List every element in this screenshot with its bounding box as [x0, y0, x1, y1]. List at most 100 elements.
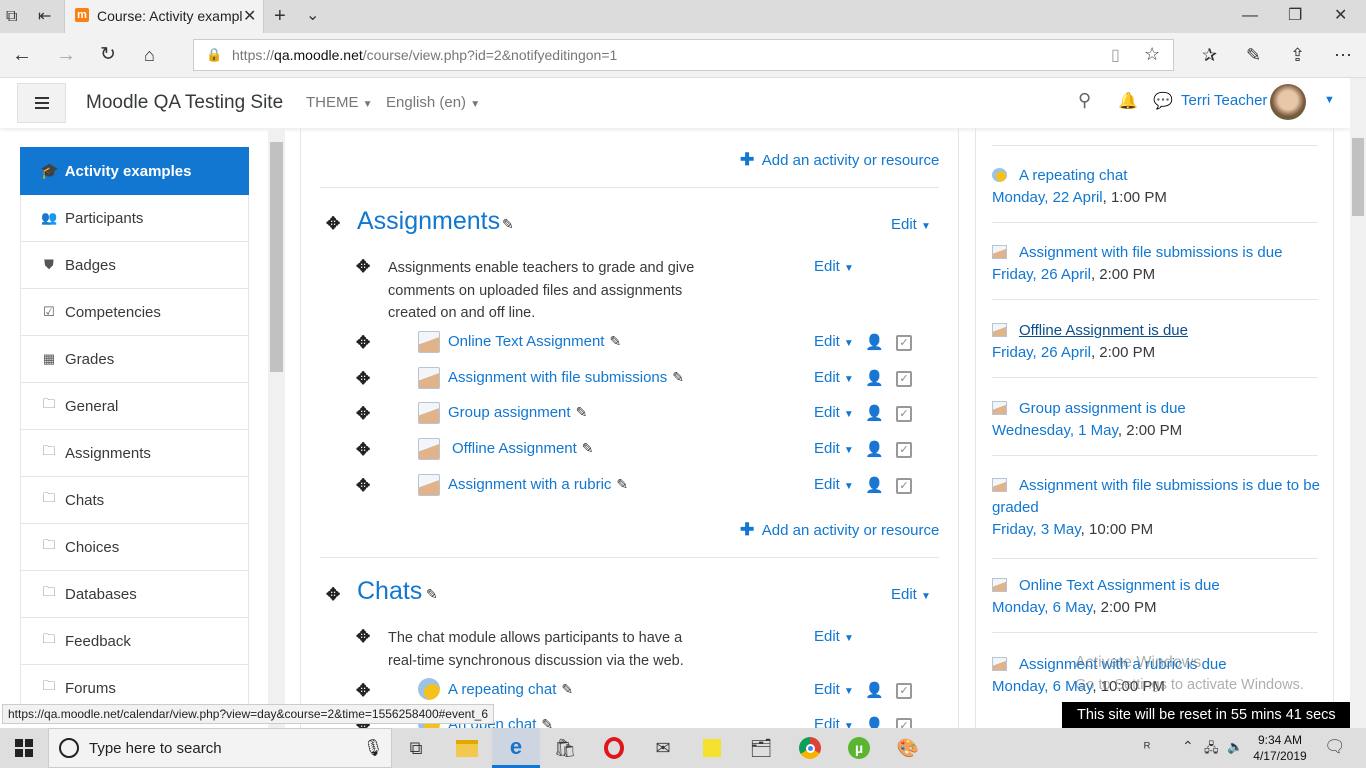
- event-date-link[interactable]: Friday, 3 May: [992, 521, 1081, 538]
- people-icon[interactable]: ᴿ: [1144, 739, 1150, 755]
- drawer-toggle-button[interactable]: [17, 83, 66, 123]
- completion-checkbox-icon[interactable]: ✓: [896, 371, 912, 387]
- windows-start-icon[interactable]: [0, 728, 48, 768]
- nav-item-participants[interactable]: 👥 Participants: [20, 195, 249, 242]
- utorrent-icon[interactable]: µ: [835, 728, 883, 768]
- event-date-link[interactable]: Monday, 22 April: [992, 189, 1103, 206]
- completion-checkbox-icon[interactable]: ✓: [896, 478, 912, 494]
- nav-scrollbar[interactable]: [268, 128, 285, 728]
- completion-checkbox-icon[interactable]: ✓: [896, 442, 912, 458]
- network-icon[interactable]: 🖧: [1204, 739, 1219, 761]
- edge-icon[interactable]: e: [492, 728, 540, 768]
- nav-item-chats[interactable]: 🗀 Chats: [20, 477, 249, 524]
- add-activity-link[interactable]: ✚ Add an activity or resource: [740, 150, 939, 170]
- summary-edit-menu[interactable]: Edit ▼: [814, 628, 854, 645]
- page-scrollbar[interactable]: [1350, 78, 1366, 728]
- close-window-icon[interactable]: ✕: [1334, 6, 1347, 26]
- share-icon[interactable]: ⇪: [1290, 45, 1305, 65]
- section-title-chats[interactable]: Chats: [357, 577, 422, 606]
- add-activity-link[interactable]: ✚ Add an activity or resource: [740, 520, 939, 540]
- pencil-icon[interactable]: ✎: [502, 216, 514, 233]
- more-icon[interactable]: ⋯: [1334, 45, 1352, 65]
- move-icon[interactable]: ✥: [326, 214, 340, 234]
- nav-item-assignments[interactable]: 🗀 Assignments: [20, 430, 249, 477]
- event-title-link[interactable]: Offline Assignment is due: [1019, 322, 1188, 339]
- refresh-icon[interactable]: ↻: [100, 45, 116, 65]
- file-explorer-icon[interactable]: [443, 728, 491, 768]
- app-icon[interactable]: 🗂: [737, 728, 785, 768]
- forward-icon[interactable]: →: [56, 45, 76, 65]
- restore-icon[interactable]: ❐: [1288, 6, 1302, 26]
- pencil-icon[interactable]: ✎: [582, 440, 594, 456]
- move-icon[interactable]: ✥: [356, 440, 370, 460]
- assign-roles-icon[interactable]: 👤: [865, 681, 884, 699]
- mail-icon[interactable]: ✉: [639, 728, 687, 768]
- activity-edit-menu[interactable]: Edit ▼: [814, 440, 854, 457]
- activity-edit-menu[interactable]: Edit ▼: [814, 404, 854, 421]
- nav-item-competencies[interactable]: ☑ Competencies: [20, 289, 249, 336]
- nav-item-grades[interactable]: ▦ Grades: [20, 336, 249, 383]
- move-icon[interactable]: ✥: [356, 333, 370, 353]
- pencil-icon[interactable]: ✎: [426, 586, 438, 603]
- nav-item-databases[interactable]: 🗀 Databases: [20, 571, 249, 618]
- completion-checkbox-icon[interactable]: ✓: [896, 683, 912, 699]
- move-icon[interactable]: ✥: [356, 404, 370, 424]
- star-icon[interactable]: ☆: [1144, 44, 1160, 65]
- taskbar-clock[interactable]: 9:34 AM 4/17/2019: [1250, 732, 1310, 764]
- section-edit-menu[interactable]: Edit ▼: [891, 216, 931, 233]
- event-date-link[interactable]: Friday, 26 April: [992, 344, 1091, 361]
- move-icon[interactable]: ✥: [326, 585, 340, 605]
- nav-item-choices[interactable]: 🗀 Choices: [20, 524, 249, 571]
- new-tab-icon[interactable]: +: [274, 6, 286, 26]
- pen-icon[interactable]: ✎: [1246, 45, 1261, 65]
- move-icon[interactable]: ✥: [356, 476, 370, 496]
- favorites-icon[interactable]: ✰: [1202, 45, 1217, 65]
- minimize-icon[interactable]: —: [1242, 6, 1258, 26]
- activity-edit-menu[interactable]: Edit ▼: [814, 681, 854, 698]
- store-icon[interactable]: 🛍: [541, 728, 589, 768]
- close-tab-icon[interactable]: ✕: [243, 6, 256, 26]
- pencil-icon[interactable]: ✎: [561, 681, 573, 697]
- event-title-link[interactable]: Online Text Assignment is due: [1019, 577, 1220, 594]
- avatar[interactable]: [1270, 84, 1306, 120]
- sticky-notes-icon[interactable]: [688, 728, 736, 768]
- activity-link[interactable]: Online Text Assignment ✎: [448, 333, 621, 350]
- nav-scrollbar-thumb[interactable]: [270, 142, 283, 372]
- user-name[interactable]: Terri Teacher: [1181, 92, 1267, 109]
- home-icon[interactable]: ⌂: [144, 45, 155, 65]
- assign-roles-icon[interactable]: 👤: [865, 440, 884, 458]
- completion-checkbox-icon[interactable]: ✓: [896, 406, 912, 422]
- event-title-link[interactable]: Assignment with file submissions is due …: [1019, 477, 1320, 494]
- pencil-icon[interactable]: ✎: [576, 404, 588, 420]
- activity-link[interactable]: Group assignment ✎: [448, 404, 587, 421]
- section-title-assignments[interactable]: Assignments: [357, 207, 500, 236]
- tab-aside-icon[interactable]: ⇤: [38, 7, 51, 27]
- move-icon[interactable]: ✥: [356, 681, 370, 701]
- tab-manager-icon[interactable]: ⧉: [6, 7, 17, 27]
- event-title-part[interactable]: graded: [992, 499, 1039, 516]
- event-date-link[interactable]: Wednesday, 1 May: [992, 422, 1118, 439]
- event-title-link[interactable]: Assignment with file submissions is due: [1019, 244, 1282, 261]
- opera-icon[interactable]: [590, 728, 638, 768]
- completion-checkbox-icon[interactable]: ✓: [896, 335, 912, 351]
- section-edit-menu[interactable]: Edit ▼: [891, 586, 931, 603]
- event-title-link[interactable]: Group assignment is due: [1019, 400, 1186, 417]
- nav-item-feedback[interactable]: 🗀 Feedback: [20, 618, 249, 665]
- reading-view-icon[interactable]: ▯: [1111, 45, 1120, 65]
- bell-icon[interactable]: 🔔: [1118, 91, 1138, 111]
- activity-edit-menu[interactable]: Edit ▼: [814, 476, 854, 493]
- paint-icon[interactable]: 🎨: [884, 728, 932, 768]
- activity-link[interactable]: A repeating chat ✎: [448, 681, 573, 698]
- taskbar-search-box[interactable]: Type here to search 🎙: [48, 728, 392, 768]
- chevron-up-icon[interactable]: ⌃: [1182, 738, 1194, 755]
- event-title-link[interactable]: A repeating chat: [1019, 167, 1127, 184]
- task-view-icon[interactable]: ⧉: [392, 728, 440, 768]
- activity-link[interactable]: Assignment with file submissions ✎: [448, 369, 684, 386]
- move-icon[interactable]: ✥: [356, 627, 370, 647]
- messages-icon[interactable]: 💬: [1153, 91, 1173, 111]
- activity-link[interactable]: Offline Assignment ✎: [452, 440, 594, 457]
- search-icon[interactable]: ⚲: [1078, 90, 1091, 111]
- nav-item-course[interactable]: 🎓 Activity examples: [20, 147, 249, 195]
- nav-item-badges[interactable]: ⛊ Badges: [20, 242, 249, 289]
- move-icon[interactable]: ✥: [356, 369, 370, 389]
